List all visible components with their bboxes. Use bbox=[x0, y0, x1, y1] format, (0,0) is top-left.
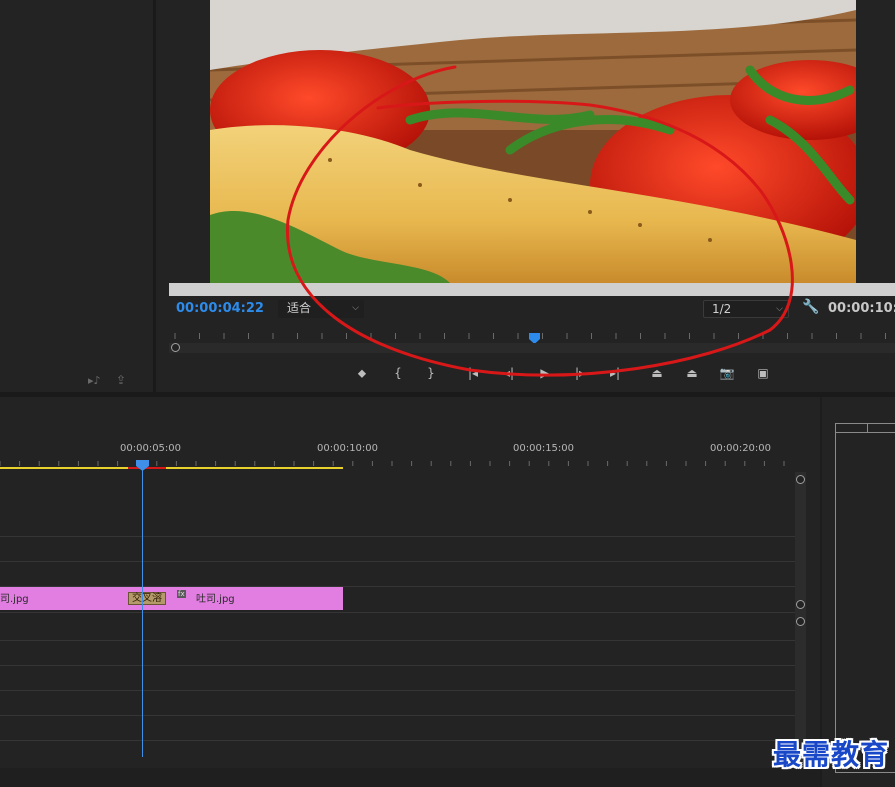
export-icon[interactable]: ⇪ bbox=[116, 373, 126, 387]
resolution-value: 1/2 bbox=[712, 302, 732, 316]
work-area-bar bbox=[0, 467, 343, 469]
timeline-ruler[interactable] bbox=[0, 457, 820, 471]
track-divider bbox=[0, 715, 795, 716]
track-divider bbox=[0, 536, 795, 537]
add-marker-icon[interactable]: ⬥ bbox=[351, 363, 373, 383]
meter-header bbox=[835, 423, 895, 433]
scroll-handle[interactable] bbox=[796, 475, 805, 484]
extract-icon[interactable]: ⏏ bbox=[681, 363, 703, 383]
go-to-in-icon[interactable]: |◂ bbox=[462, 363, 484, 383]
audio-meter-panel bbox=[822, 397, 895, 787]
mark-out-icon[interactable]: } bbox=[420, 363, 442, 383]
track-divider bbox=[0, 612, 795, 613]
resolution-select[interactable]: 1/2 ⌵ bbox=[703, 300, 789, 318]
ruler-label: 00:00:05:00 bbox=[120, 443, 182, 454]
chevron-down-icon: ⌵ bbox=[776, 304, 783, 314]
video-clip-track[interactable]: 司.jpg fx 吐司.jpg bbox=[0, 587, 343, 610]
timeline-bottom-bar bbox=[0, 768, 820, 787]
chevron-down-icon: ⌵ bbox=[352, 303, 359, 313]
go-to-out-icon[interactable]: ▸| bbox=[604, 363, 626, 383]
duration-timecode: 00:00:10:0 bbox=[828, 301, 895, 316]
export-frame-icon[interactable]: 📷 bbox=[716, 363, 738, 383]
project-panel: ▸♪ ⇪ bbox=[0, 0, 153, 392]
step-forward-icon[interactable]: |▸ bbox=[569, 363, 591, 383]
zoom-level-value: 适合 bbox=[287, 301, 312, 315]
playhead-line bbox=[142, 465, 143, 757]
track-divider bbox=[0, 665, 795, 666]
track-divider bbox=[0, 690, 795, 691]
meter-box bbox=[835, 423, 895, 773]
play-icon[interactable]: ▶ bbox=[534, 363, 556, 383]
program-zoom-bar[interactable] bbox=[169, 343, 895, 353]
lift-icon[interactable]: ⏏ bbox=[646, 363, 668, 383]
clip-label-first: 司.jpg bbox=[0, 594, 29, 605]
preview-scrub-strip bbox=[169, 283, 895, 296]
watermark-logo: 最需教育 bbox=[772, 738, 889, 771]
mark-in-icon[interactable]: { bbox=[387, 363, 409, 383]
wrench-icon[interactable]: 🔧 bbox=[802, 299, 819, 315]
track-divider bbox=[0, 740, 795, 741]
ruler-label: 00:00:10:00 bbox=[317, 443, 379, 454]
meter-divider bbox=[867, 423, 868, 432]
zoom-bar-handle[interactable] bbox=[171, 343, 180, 352]
sandwich-image bbox=[210, 0, 856, 283]
scroll-handle[interactable] bbox=[796, 617, 805, 626]
zoom-level-select[interactable]: 适合 ⌵ bbox=[278, 300, 364, 318]
cross-dissolve-transition[interactable]: 交叉溶 bbox=[128, 592, 166, 605]
ruler-label: 00:00:20:00 bbox=[710, 443, 772, 454]
video-preview bbox=[210, 0, 856, 283]
track-divider bbox=[0, 561, 795, 562]
compare-view-icon[interactable]: ▣ bbox=[752, 363, 774, 383]
track-divider bbox=[0, 640, 795, 641]
step-back-icon[interactable]: ◂| bbox=[498, 363, 520, 383]
audio-toggle-icon[interactable]: ▸♪ bbox=[88, 374, 101, 387]
scroll-handle[interactable] bbox=[796, 600, 805, 609]
ruler-label: 00:00:15:00 bbox=[513, 443, 575, 454]
program-playhead[interactable] bbox=[529, 329, 541, 344]
clip-label-second: 吐司.jpg bbox=[196, 594, 235, 605]
fx-badge-icon: fx bbox=[177, 590, 186, 598]
current-timecode[interactable]: 00:00:04:22 bbox=[176, 301, 264, 316]
